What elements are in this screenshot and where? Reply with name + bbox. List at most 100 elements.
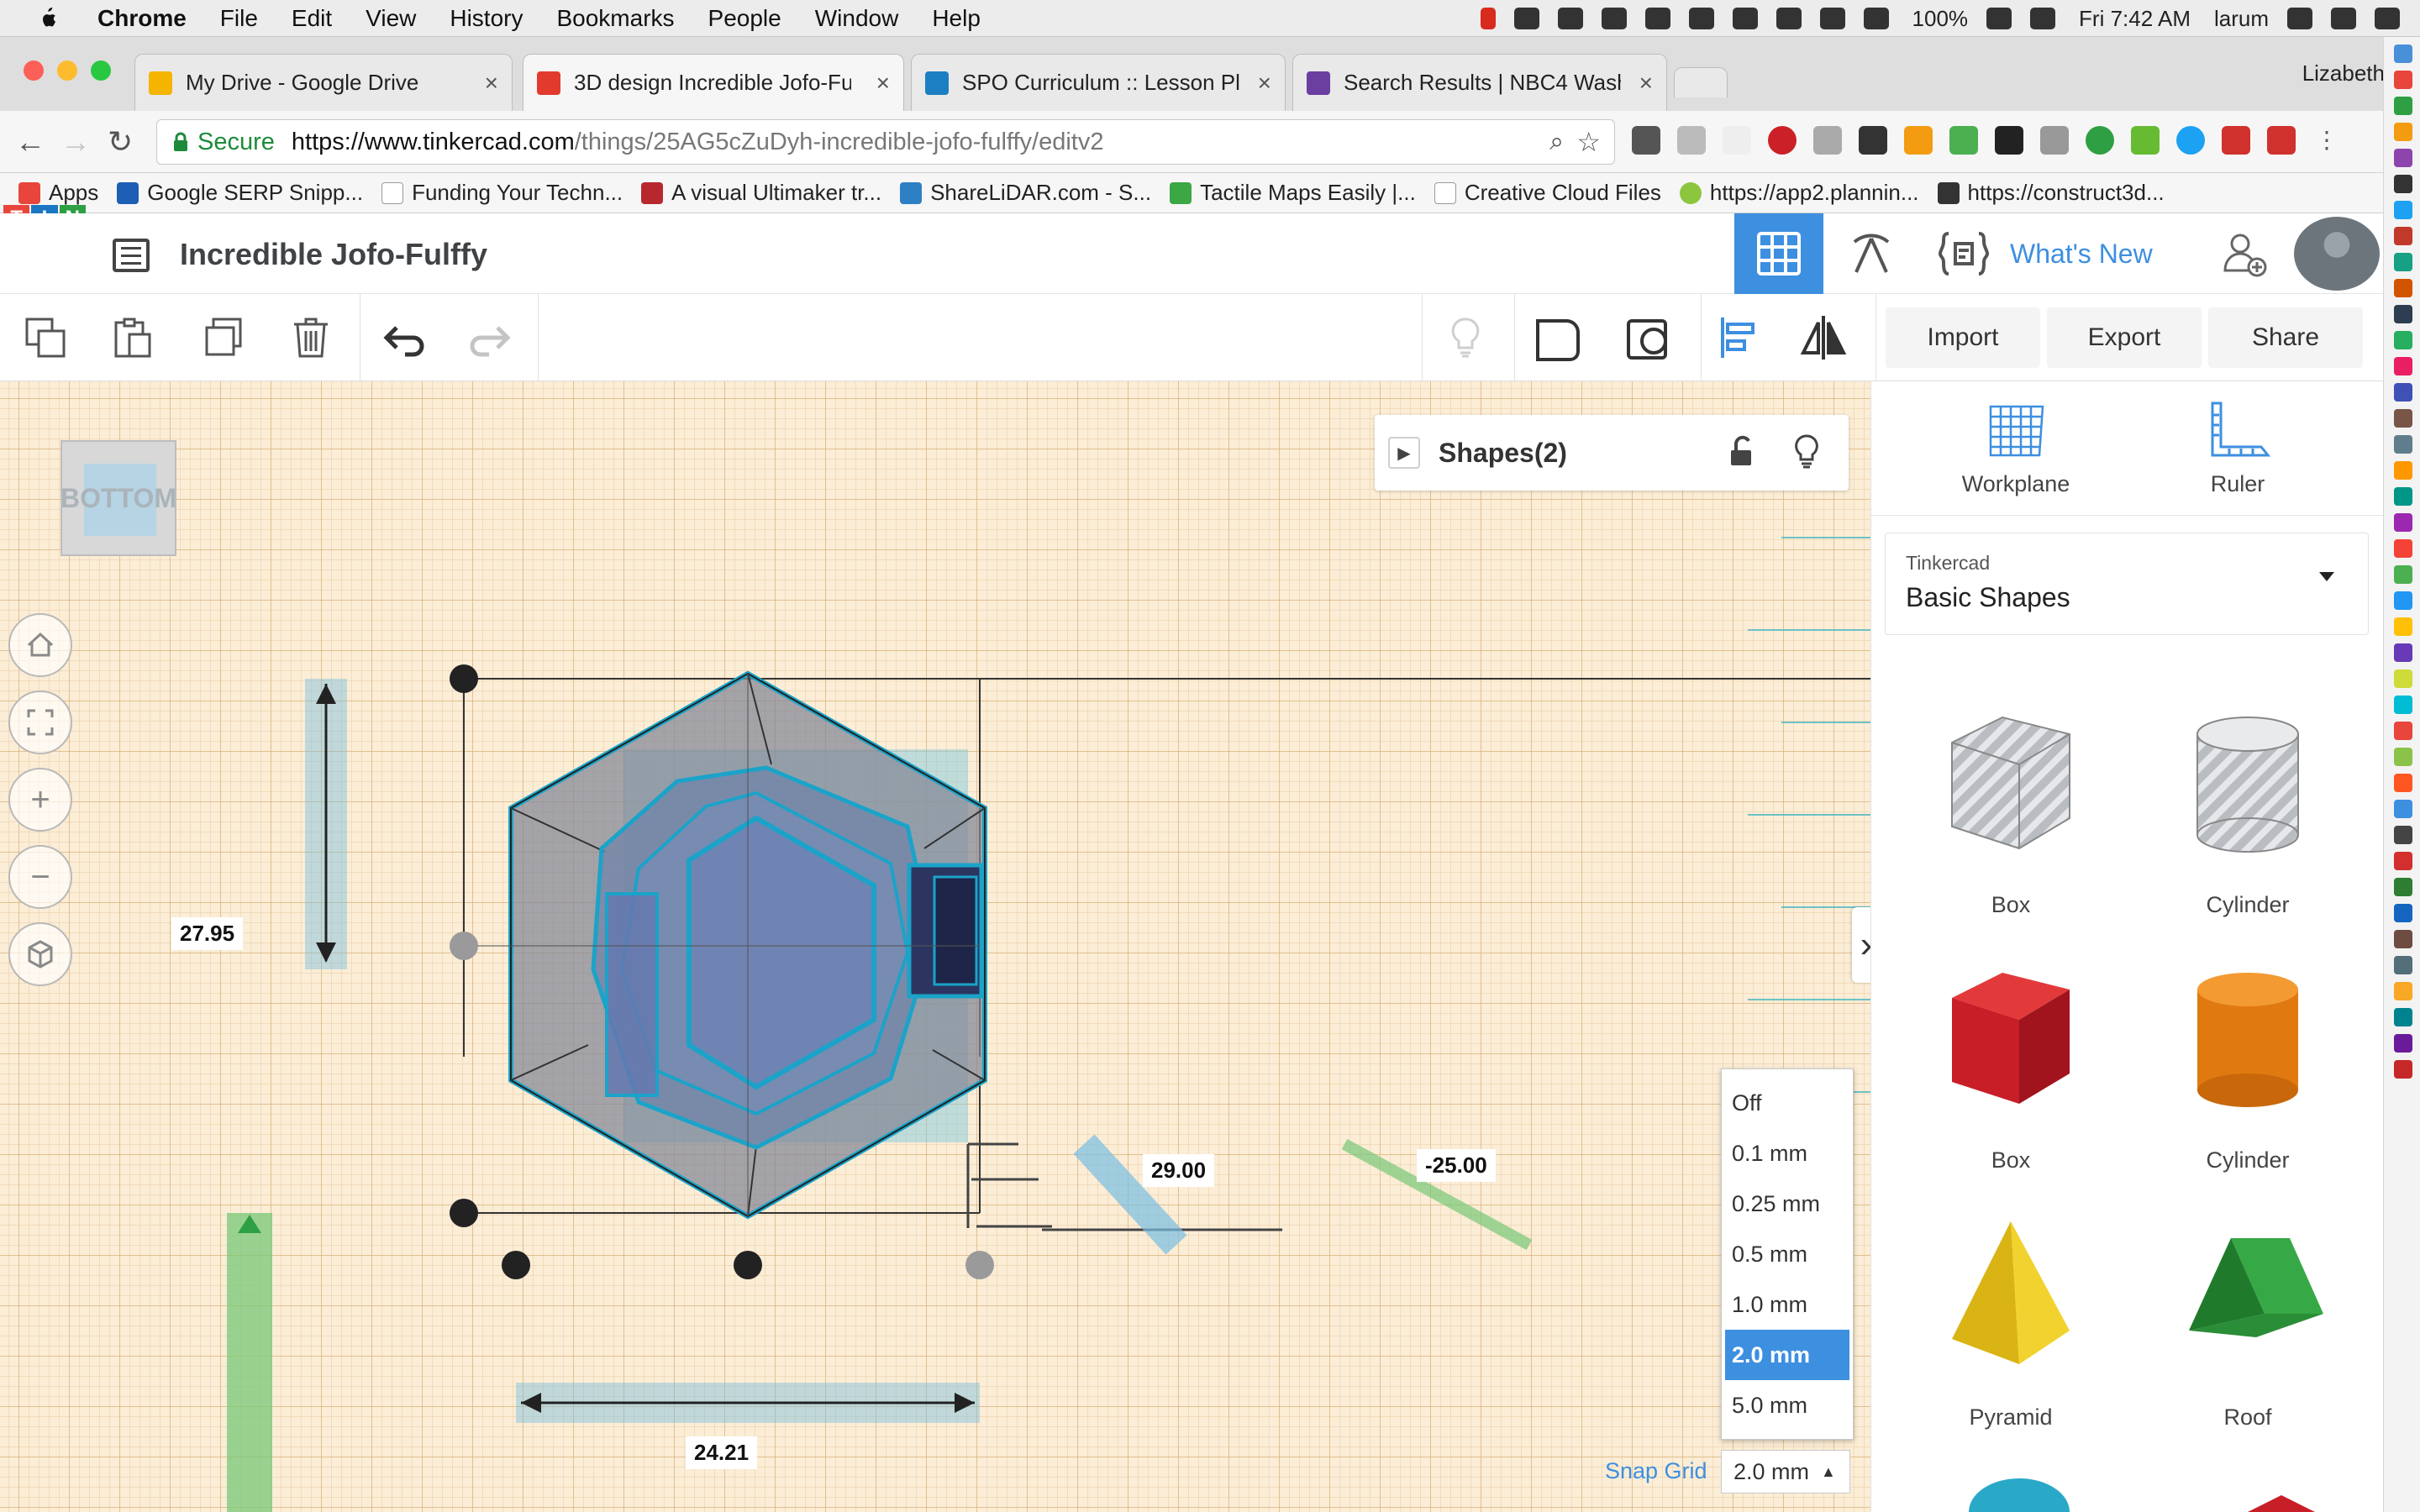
dock-app-icon[interactable] xyxy=(2394,1034,2412,1053)
apple-icon[interactable] xyxy=(30,6,64,31)
align-icon[interactable] xyxy=(1714,312,1765,363)
dock-app-icon[interactable] xyxy=(2394,71,2412,89)
offset-dimension-label[interactable]: -25.00 xyxy=(1417,1149,1496,1182)
url-field[interactable]: Secure https://www.tinkercad.com/things/… xyxy=(156,119,1615,165)
bookmark-item[interactable]: https://construct3d... xyxy=(1937,180,2165,206)
dock-app-icon[interactable] xyxy=(2394,201,2412,219)
back-arrow-icon[interactable]: ← xyxy=(15,124,45,160)
bricks-button[interactable] xyxy=(1827,213,1916,294)
snap-grid-select[interactable]: 2.0 mm ▲ xyxy=(1721,1450,1850,1494)
dock-app-icon[interactable] xyxy=(2394,97,2412,115)
dock-app-icon[interactable] xyxy=(2394,305,2412,323)
zoom-window-button[interactable] xyxy=(91,60,111,81)
snap-option[interactable]: 0.5 mm xyxy=(1722,1229,1853,1279)
zoom-icon[interactable]: ⌕ xyxy=(1549,128,1564,156)
flag-icon[interactable] xyxy=(2030,8,2056,29)
dock-app-icon[interactable] xyxy=(2394,956,2412,974)
snap-option[interactable]: 0.1 mm xyxy=(1722,1128,1853,1179)
redo-icon[interactable] xyxy=(466,312,516,363)
menu-help[interactable]: Help xyxy=(932,5,981,32)
bookmark-item[interactable]: Tactile Maps Easily |... xyxy=(1170,180,1416,206)
tab-close-button[interactable]: × xyxy=(1639,70,1653,97)
selected-object[interactable] xyxy=(0,381,1870,1512)
dock-app-icon[interactable] xyxy=(2394,227,2412,245)
dock-app-icon[interactable] xyxy=(2394,487,2412,506)
extension-icon[interactable] xyxy=(2131,126,2160,155)
corner-handle[interactable] xyxy=(450,664,478,693)
camera-icon[interactable] xyxy=(2040,126,2069,155)
pdf-icon[interactable] xyxy=(2267,126,2296,155)
pause-icon[interactable] xyxy=(1480,8,1496,29)
user-name[interactable]: larum xyxy=(2214,6,2269,32)
3d-view-button[interactable] xyxy=(1734,213,1823,294)
bottom-handle[interactable] xyxy=(502,1251,530,1279)
wifi-icon[interactable] xyxy=(1819,8,1845,29)
shape-cylinder[interactable]: Cylinder xyxy=(2139,939,2357,1183)
dock-app-icon[interactable] xyxy=(2394,696,2412,714)
dock-app-icon[interactable] xyxy=(2394,617,2412,636)
menu-bookmarks[interactable]: Bookmarks xyxy=(556,5,674,32)
dock-app-icon[interactable] xyxy=(2394,669,2412,688)
dock-app-icon[interactable] xyxy=(2394,123,2412,141)
download-icon[interactable] xyxy=(2086,126,2114,155)
dock-app-icon[interactable] xyxy=(2394,45,2412,63)
dock-app-icon[interactable] xyxy=(2394,383,2412,402)
shape-box-hole[interactable]: Box xyxy=(1902,684,2120,927)
menu-window[interactable]: Window xyxy=(815,5,899,32)
dock-app-icon[interactable] xyxy=(2394,279,2412,297)
airplay-icon[interactable] xyxy=(1863,8,1889,29)
tab-google-drive[interactable]: My Drive - Google Drive × xyxy=(134,54,513,111)
pdf-icon[interactable] xyxy=(2222,126,2250,155)
new-tab-button[interactable] xyxy=(1674,67,1728,97)
dock-app-icon[interactable] xyxy=(2394,435,2412,454)
tab-close-button[interactable]: × xyxy=(1258,70,1271,97)
dock-app-icon[interactable] xyxy=(2394,930,2412,948)
panel-toggle-chevron-icon[interactable]: › xyxy=(1852,907,1870,983)
dock-app-icon[interactable] xyxy=(2394,253,2412,271)
tab-close-button[interactable]: × xyxy=(485,70,498,97)
snap-option[interactable]: 1.0 mm xyxy=(1722,1279,1853,1330)
mirror-icon[interactable] xyxy=(1798,312,1849,363)
shape-box[interactable]: Box xyxy=(1902,939,2120,1183)
screen-capture-icon[interactable] xyxy=(1644,8,1670,29)
snap-option[interactable]: 5.0 mm xyxy=(1722,1380,1853,1431)
side-handle[interactable] xyxy=(450,932,478,960)
dock-app-icon[interactable] xyxy=(2394,800,2412,818)
dock-app-icon[interactable] xyxy=(2394,591,2412,610)
dock-app-icon[interactable] xyxy=(2394,982,2412,1000)
menu-file[interactable]: File xyxy=(220,5,258,32)
snap-option[interactable]: Off xyxy=(1722,1078,1853,1128)
extension-icon[interactable] xyxy=(1813,126,1842,155)
cast-icon[interactable] xyxy=(1859,126,1887,155)
corner-handle[interactable] xyxy=(450,1199,478,1227)
duplicate-icon[interactable] xyxy=(198,312,249,363)
menu-view[interactable]: View xyxy=(366,5,416,32)
forward-arrow-icon[interactable]: → xyxy=(60,124,91,160)
close-window-button[interactable] xyxy=(24,60,44,81)
snap-option-selected[interactable]: 2.0 mm xyxy=(1725,1330,1849,1380)
dock-app-icon[interactable] xyxy=(2394,513,2412,532)
reload-icon[interactable]: ↻ xyxy=(108,124,133,160)
dock-app-icon[interactable] xyxy=(2394,643,2412,662)
shape-next-row[interactable] xyxy=(1902,1446,2120,1512)
drive-icon[interactable] xyxy=(1557,8,1583,29)
extension-icon[interactable] xyxy=(1949,126,1978,155)
dock-app-icon[interactable] xyxy=(2394,1008,2412,1026)
dock-app-icon[interactable] xyxy=(2394,357,2412,375)
bookmark-item[interactable]: https://app2.plannin... xyxy=(1679,180,1919,206)
dock-app-icon[interactable] xyxy=(2394,539,2412,558)
dock-app-icon[interactable] xyxy=(2394,722,2412,740)
menu-people[interactable]: People xyxy=(708,5,781,32)
dock-app-icon[interactable] xyxy=(2394,852,2412,870)
notes-lightbulb-icon[interactable] xyxy=(1440,312,1491,363)
evernote-extension-icon[interactable] xyxy=(1632,126,1660,155)
dock-app-icon[interactable] xyxy=(2394,748,2412,766)
evernote-icon[interactable] xyxy=(1732,8,1758,29)
dock-app-icon[interactable] xyxy=(2394,149,2412,167)
user-avatar[interactable] xyxy=(2294,217,2380,291)
time-machine-icon[interactable] xyxy=(1776,8,1802,29)
add-user-button[interactable] xyxy=(2202,213,2286,294)
bookmark-item[interactable]: Funding Your Techn... xyxy=(381,180,623,206)
tab-nbc4[interactable]: Search Results | NBC4 Washington × xyxy=(1292,54,1667,111)
lock-icon[interactable] xyxy=(1688,8,1714,29)
